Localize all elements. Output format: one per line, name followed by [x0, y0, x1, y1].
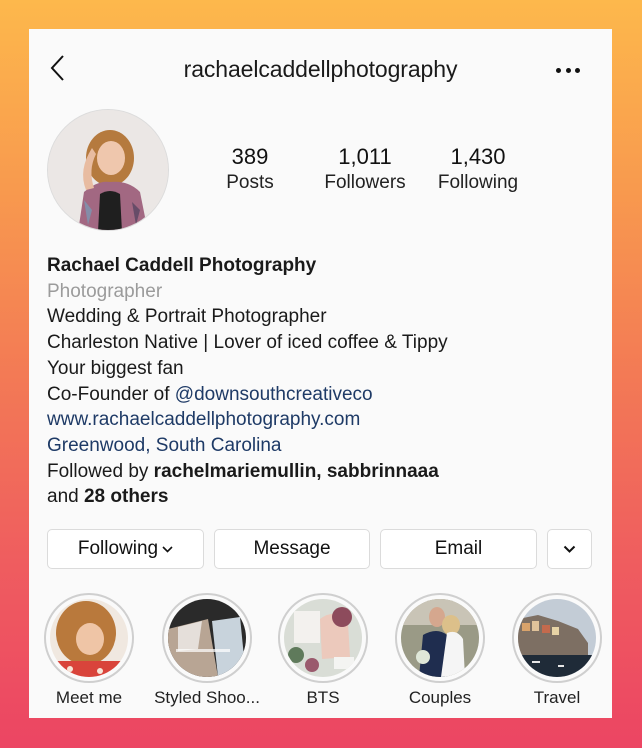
more-options-button[interactable] [556, 66, 580, 74]
followed-by-and: and [47, 486, 84, 508]
highlight-bts[interactable]: BTS [263, 593, 383, 708]
top-bar: rachaelcaddellphotography [29, 29, 612, 109]
followed-by-prefix: Followed by [47, 460, 154, 482]
highlight-travel[interactable]: Travel [497, 593, 617, 708]
highlight-label: BTS [306, 688, 340, 707]
website-link[interactable]: www.rachaelcaddellphotography.com [47, 407, 448, 433]
profile-card: rachaelcaddellphotography 389 Posts 1,01… [29, 29, 612, 718]
highlight-label: Meet me [55, 688, 123, 707]
bio-line: Charleston Native | Lover of iced coffee… [47, 332, 448, 354]
followers-label: Followers [324, 172, 406, 193]
email-button[interactable]: Email [380, 529, 537, 569]
following-button[interactable]: Following [47, 529, 204, 569]
highlight-cover [401, 599, 479, 677]
highlight-cover [518, 599, 596, 677]
story-highlights: Meet me Styled Shoo... BTS Couples Trave… [29, 593, 612, 718]
more-horizontal-icon [556, 67, 561, 73]
followers-count: 1,011 [338, 144, 392, 169]
highlight-label: Couples [408, 688, 472, 707]
posts-label: Posts [226, 172, 274, 193]
email-button-label: Email [434, 538, 483, 559]
highlight-cover [168, 599, 246, 677]
profile-actions: Following Message Email [47, 529, 592, 569]
highlight-cover [284, 599, 362, 677]
mention-link[interactable]: @downsouthcreativeco [175, 384, 373, 405]
highlight-couples[interactable]: Couples [380, 593, 500, 708]
others-count: 28 others [83, 486, 169, 508]
profile-avatar[interactable] [47, 109, 169, 231]
message-button-label: Message [253, 538, 331, 559]
followed-by[interactable]: Followed by rachelmariemullin, sabbrinna… [47, 459, 448, 485]
stat-followers[interactable]: 1,011 Followers [305, 143, 425, 195]
category-label: Photographer [47, 280, 163, 302]
followed-by-others[interactable]: and 28 others [47, 484, 448, 510]
location-link[interactable]: Greenwood, South Carolina [47, 433, 448, 459]
bio-line: Your biggest fan [47, 357, 184, 379]
chevron-down-icon [162, 545, 173, 553]
bio-line: Wedding & Portrait Photographer [47, 306, 327, 328]
cofounder-prefix: Co-Founder of [47, 383, 175, 405]
chevron-down-icon [563, 545, 576, 553]
suggested-accounts-dropdown[interactable] [547, 529, 592, 569]
following-count: 1,430 [450, 144, 506, 169]
posts-count: 389 [231, 144, 269, 169]
stat-following[interactable]: 1,430 Following [418, 143, 538, 195]
profile-username: rachaelcaddellphotography [183, 56, 458, 82]
stat-posts[interactable]: 389 Posts [190, 143, 310, 195]
profile-bio: Rachael Caddell Photography Photographer… [47, 253, 448, 510]
following-label: Following [437, 172, 519, 193]
message-button[interactable]: Message [214, 529, 370, 569]
display-name: Rachael Caddell Photography [47, 255, 317, 276]
highlight-styled-shoot[interactable]: Styled Shoo... [147, 593, 267, 708]
followed-by-users: rachelmariemullin, sabbrinnaaa [153, 460, 439, 482]
highlight-cover [50, 599, 128, 677]
following-button-label: Following [77, 538, 159, 559]
highlight-label: Travel [533, 688, 581, 707]
profile-photo [48, 110, 168, 230]
highlight-label: Styled Shoo... [154, 688, 260, 707]
highlight-meet-me[interactable]: Meet me [29, 593, 149, 708]
cofounder-line: Co-Founder of @downsouthcreativeco [47, 382, 448, 408]
